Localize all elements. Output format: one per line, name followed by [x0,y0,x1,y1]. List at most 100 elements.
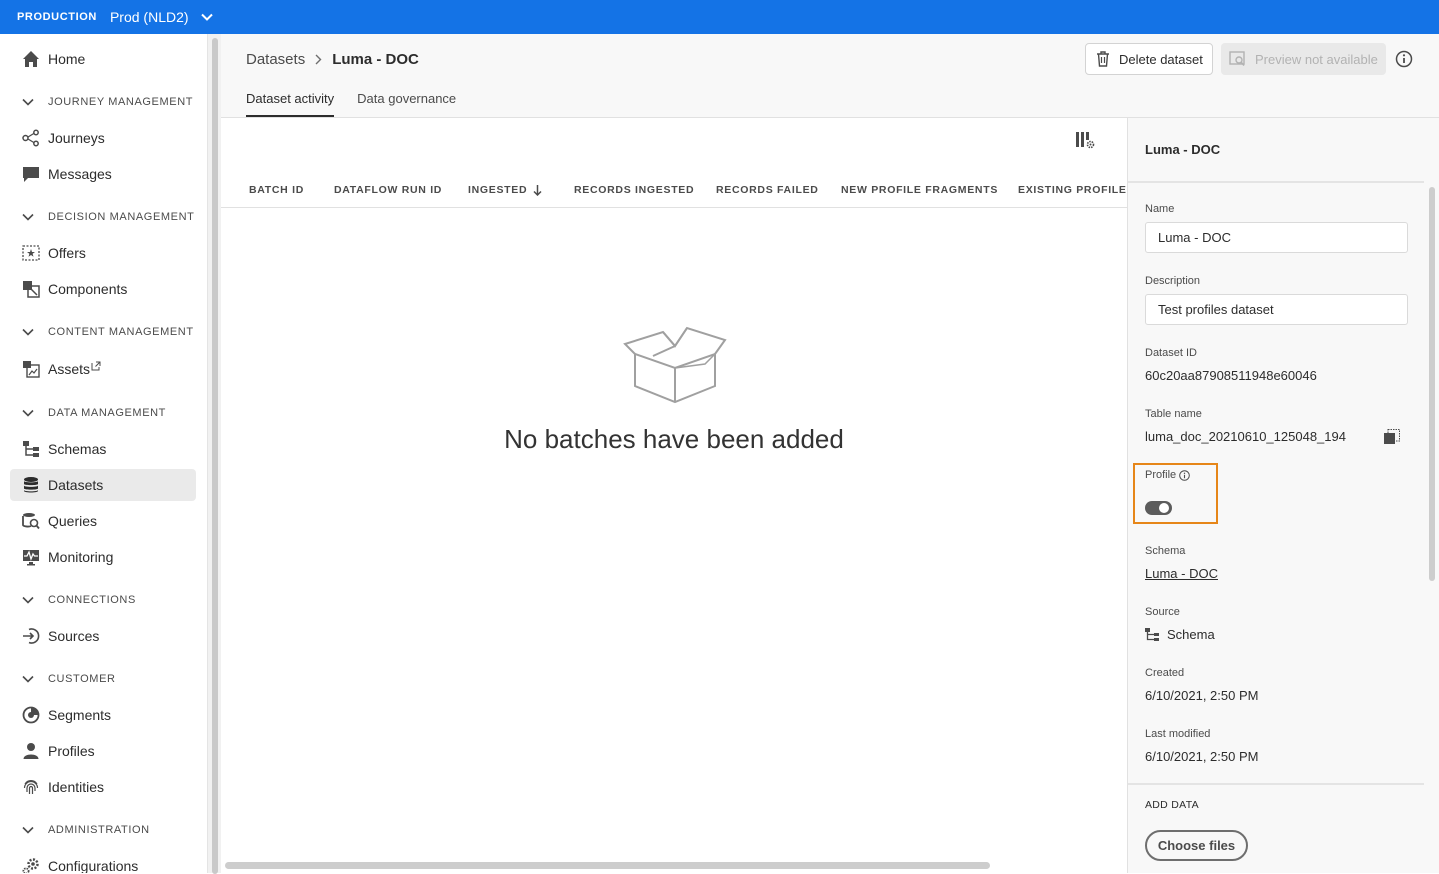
column-header-label: INGESTED [468,184,528,196]
column-settings-icon[interactable] [1076,132,1095,149]
chevron-right-icon [315,54,322,65]
sidebar-item-label: Schemas [48,441,107,457]
source-value: Schema [1145,627,1215,642]
sidebar-item-monitoring[interactable]: Monitoring [10,541,196,573]
column-header-batch-id[interactable]: BATCH ID [249,184,304,196]
sidebar-item-components[interactable]: Components [10,273,196,305]
preview-label: Preview not available [1255,51,1378,67]
sidebar-item-label: Configurations [48,858,139,873]
section-decision-management[interactable]: DECISION MANAGEMENT [22,207,194,227]
section-customer[interactable]: CUSTOMER [22,669,116,689]
info-icon[interactable] [1395,50,1413,68]
sidebar-item-label: Home [48,51,86,67]
schema-icon [22,440,40,458]
column-header-existing-profile-fragments[interactable]: EXISTING PROFILE FI [1018,184,1127,196]
name-label: Name [1145,203,1175,215]
sidebar-item-label: Segments [48,707,112,723]
database-icon [22,476,40,494]
schema-icon [1145,627,1159,642]
created-value: 6/10/2021, 2:50 PM [1145,688,1259,703]
section-journey-management[interactable]: JOURNEY MANAGEMENT [22,92,193,112]
sidebar-item-messages[interactable]: Messages [10,158,196,190]
delete-dataset-button[interactable]: Delete dataset [1085,43,1213,75]
dataset-id-value: 60c20aa87908511948e60046 [1145,368,1317,383]
journeys-icon [22,129,40,147]
chevron-down-icon[interactable] [200,13,213,21]
column-header-ingested[interactable]: INGESTED [468,184,542,196]
delete-dataset-label: Delete dataset [1119,51,1203,67]
name-field[interactable]: Luma - DOC [1145,222,1408,253]
sidebar-item-segments[interactable]: Segments [10,699,196,731]
column-header-new-profile-fragments[interactable]: NEW PROFILE FRAGMENTS [841,184,998,196]
sidebar-item-label: Components [48,281,128,297]
tab-list: Dataset activity Data governance [246,91,479,117]
sidebar-item-schemas[interactable]: Schemas [10,433,196,465]
sidebar-item-queries[interactable]: Queries [10,505,196,537]
divider [1128,783,1424,785]
sidebar-item-profiles[interactable]: Profiles [10,735,196,767]
sources-icon [22,627,40,645]
sidebar-item-label: Queries [48,513,98,529]
breadcrumb-parent[interactable]: Datasets [246,51,305,68]
info-icon[interactable] [1179,469,1190,481]
horizontal-scrollbar[interactable] [225,860,1125,870]
column-header-dataflow-run-id[interactable]: DATAFLOW RUN ID [334,184,442,196]
source-label: Source [1145,606,1180,618]
sidebar-item-sources[interactable]: Sources [10,620,196,652]
sidebar-item-configurations[interactable]: Configurations [10,850,196,873]
chevron-down-icon [22,675,36,683]
profile-label-text: Profile [1145,469,1177,481]
sidebar-scrollbar[interactable] [207,34,221,874]
created-label: Created [1145,667,1185,679]
schema-link[interactable]: Luma - DOC [1145,566,1218,581]
assets-icon [22,360,40,378]
sidebar-item-offers[interactable]: Offers [10,237,196,269]
sidebar-item-label: Monitoring [48,549,114,565]
panel-title: Luma - DOC [1145,142,1221,157]
dataset-id-label: Dataset ID [1145,347,1197,359]
choose-files-button[interactable]: Choose files [1145,830,1248,861]
schema-label: Schema [1145,545,1186,557]
section-content-management[interactable]: CONTENT MANAGEMENT [22,322,194,342]
panel-scrollbar[interactable] [1424,181,1439,873]
preview-button[interactable]: Preview not available [1221,43,1386,75]
main-content: Datasets Luma - DOC Delete dataset Previ… [221,34,1439,873]
offers-icon [22,244,40,262]
sandbox-name[interactable]: Prod (NLD2) [110,9,189,25]
chevron-down-icon [22,596,36,604]
tab-data-governance[interactable]: Data governance [357,91,456,117]
environment-label: PRODUCTION [17,11,97,23]
description-label: Description [1145,275,1201,287]
section-data-management[interactable]: DATA MANAGEMENT [22,403,166,423]
column-header-records-failed[interactable]: RECORDS FAILED [716,184,819,196]
monitoring-icon [22,548,40,566]
section-connections[interactable]: CONNECTIONS [22,590,136,610]
home-icon [22,50,40,68]
sidebar-item-journeys[interactable]: Journeys [10,122,196,154]
trash-icon [1096,51,1110,67]
table-name-label: Table name [1145,408,1202,420]
profile-toggle[interactable] [1145,501,1172,515]
user-icon [22,742,40,760]
tab-dataset-activity[interactable]: Dataset activity [246,91,335,117]
sidebar-item-datasets[interactable]: Datasets [10,469,196,501]
gear-icon [22,857,40,873]
description-field[interactable]: Test profiles dataset [1145,294,1408,325]
section-administration[interactable]: ADMINISTRATION [22,820,150,840]
toggle-knob [1159,503,1169,513]
chevron-down-icon [22,826,36,834]
sidebar-item-home[interactable]: Home [10,43,196,75]
sidebar-item-label: Sources [48,628,100,644]
section-label: CUSTOMER [48,673,116,685]
chevron-down-icon [22,213,36,221]
external-link-icon [91,361,101,371]
sidebar-item-identities[interactable]: Identities [10,771,196,803]
section-label: JOURNEY MANAGEMENT [48,96,194,108]
sidebar-item-label: Datasets [48,477,104,493]
sidebar-item-assets[interactable]: Assets [10,353,196,385]
section-label: DECISION MANAGEMENT [48,211,195,223]
empty-state-message: No batches have been added [504,424,844,454]
copy-icon[interactable] [1384,429,1400,445]
breadcrumb: Datasets Luma - DOC [246,51,419,68]
column-header-records-ingested[interactable]: RECORDS INGESTED [574,184,694,196]
